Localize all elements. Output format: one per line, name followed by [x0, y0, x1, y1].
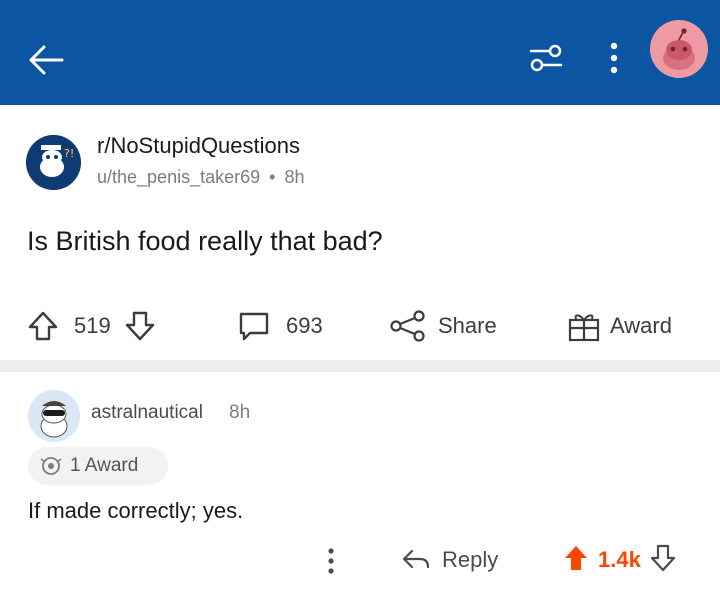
- comment-body: If made correctly; yes.: [28, 498, 244, 523]
- comment-age: 8h: [229, 402, 251, 423]
- comment-action-bar: Reply 1.4k: [0, 538, 720, 582]
- share-label: Share: [438, 313, 497, 338]
- award-label: Award: [610, 313, 672, 338]
- subreddit-name[interactable]: r/NoStupidQuestions: [97, 133, 300, 159]
- vertical-dots-icon: [328, 548, 334, 574]
- comment-downvote-button[interactable]: [649, 543, 677, 578]
- arrow-left-icon: [29, 45, 64, 75]
- snoo-avatar-icon: [40, 401, 68, 438]
- downvote-button[interactable]: [123, 309, 157, 343]
- comments-button[interactable]: 693: [236, 302, 323, 350]
- gift-icon: [568, 314, 600, 342]
- comment: astralnautical 8h 1 Award If made correc…: [0, 372, 720, 605]
- comment-count: 693: [286, 313, 323, 338]
- sort-filter-button[interactable]: [528, 40, 564, 76]
- sliders-icon: [529, 44, 563, 72]
- comment-author[interactable]: astralnautical: [91, 402, 203, 424]
- post-title[interactable]: Is British food really that bad?: [27, 226, 383, 257]
- vertical-dots-icon: [610, 42, 618, 74]
- comment-bubble-icon: [239, 312, 269, 341]
- award-button[interactable]: Award: [566, 302, 672, 350]
- post-meta: u/the_penis_taker69 • 8h: [97, 167, 305, 188]
- arrow-up-filled-icon: [565, 545, 587, 570]
- subreddit-avatar[interactable]: ?!: [26, 135, 81, 190]
- comment-vote-group: 1.4k: [562, 538, 677, 582]
- award-badge[interactable]: 1 Award: [28, 447, 168, 485]
- back-button[interactable]: [24, 38, 68, 82]
- reply-arrow-icon: [402, 549, 430, 569]
- post-action-bar: 519 693 Share Award: [0, 302, 720, 350]
- comment-score: 1.4k: [598, 547, 641, 572]
- arrow-down-icon: [125, 311, 154, 341]
- comment-more-button[interactable]: [318, 544, 344, 578]
- award-icon: [40, 457, 62, 475]
- subreddit-icon: ?!: [26, 135, 81, 190]
- post-score: 519: [74, 313, 111, 338]
- section-divider: [0, 360, 720, 372]
- share-button[interactable]: Share: [388, 302, 497, 350]
- reply-button[interactable]: Reply: [400, 538, 498, 582]
- comment-author-avatar[interactable]: [28, 390, 80, 442]
- overflow-menu-button[interactable]: [600, 40, 628, 76]
- svg-text:?!: ?!: [64, 147, 74, 160]
- meta-separator: •: [269, 167, 276, 187]
- post-age: 8h: [284, 167, 305, 187]
- arrow-down-icon: [650, 544, 675, 571]
- post-author[interactable]: u/the_penis_taker69: [97, 167, 260, 187]
- arrow-up-icon: [28, 311, 58, 341]
- top-app-bar: [0, 0, 720, 105]
- upvote-button[interactable]: [26, 309, 60, 343]
- snoo-avatar-icon: [663, 28, 695, 70]
- post-vote-group: 519: [26, 302, 157, 350]
- comment-upvote-button[interactable]: [562, 543, 590, 578]
- award-count: 1 Award: [70, 455, 139, 476]
- user-avatar[interactable]: [650, 20, 708, 78]
- reply-label: Reply: [442, 547, 499, 572]
- share-icon: [390, 310, 425, 342]
